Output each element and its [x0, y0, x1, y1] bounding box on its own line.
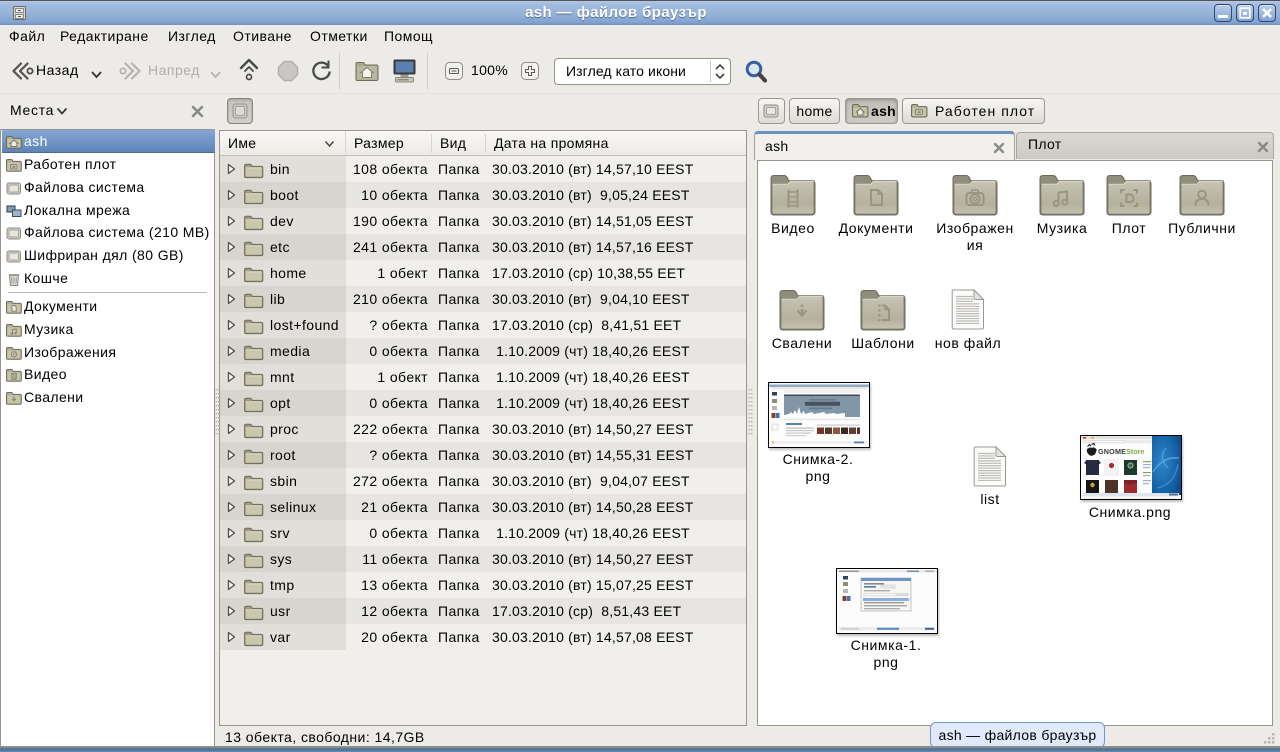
svg-text:Store: Store: [1126, 447, 1144, 456]
svg-text:GNOME: GNOME: [1098, 447, 1126, 456]
